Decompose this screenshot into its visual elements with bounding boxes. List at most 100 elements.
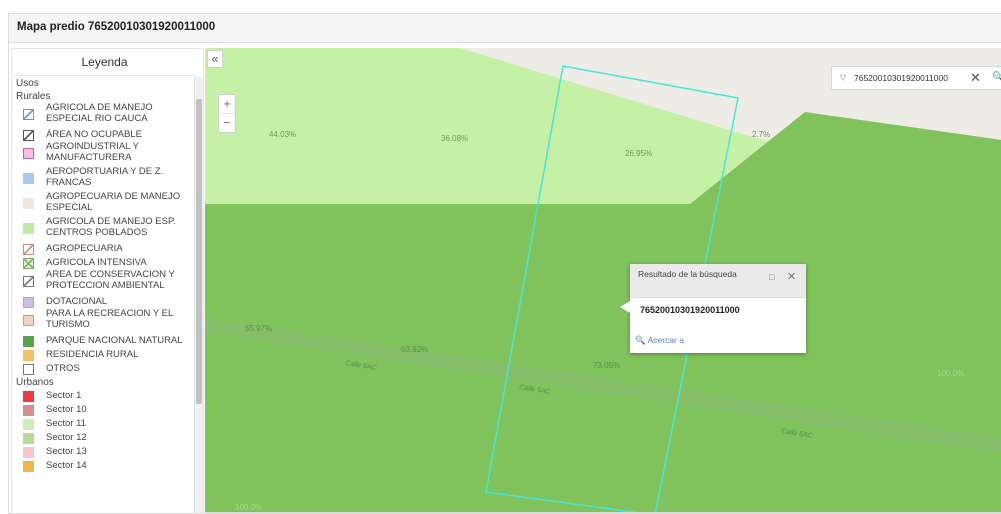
legend-swatch <box>23 446 34 458</box>
legend-swatch <box>23 198 34 209</box>
popup-title: Resultado de la búsqueda <box>638 269 737 279</box>
legend-item: RESIDENCIA RURAL <box>12 348 197 362</box>
percent-label: 100.0% <box>235 503 262 512</box>
legend-swatch <box>23 173 34 184</box>
popup-header: Resultado de la búsqueda □ ✕ <box>630 264 806 298</box>
legend-item: Sector 10 <box>12 403 197 417</box>
legend-scrollbar[interactable] <box>194 77 203 513</box>
legend-swatch <box>23 418 34 430</box>
legend-swatch <box>23 432 34 444</box>
percent-label: 55.97% <box>245 324 272 333</box>
legend-item-label: AREA DE CONSERVACION Y PROTECCION AMBIEN… <box>46 269 175 291</box>
legend-item-label: Sector 11 <box>46 418 86 429</box>
legend-item-label: Sector 13 <box>46 446 87 457</box>
legend-item: AGRICOLA DE MANEJO ESPECIAL RIO CAUCA <box>12 102 197 128</box>
legend-root-label: Usos <box>16 78 39 89</box>
legend-item: AEROPORTUARIA Y DE Z. FRANCAS <box>12 166 197 192</box>
legend-item-label: AGROPECUARIA <box>46 243 123 254</box>
legend-item: ÁREA NO OCUPABLE <box>12 128 197 142</box>
legend-item: Sector 1 <box>12 389 197 403</box>
legend-group-label: Urbanos <box>16 377 54 388</box>
legend-list: Usos Rurales AGRICOLA DE MANEJO ESPECIAL … <box>12 77 197 513</box>
percent-label: 36.08% <box>441 134 468 143</box>
legend-item-label: Sector 12 <box>46 432 87 443</box>
legend-swatch <box>23 257 34 269</box>
legend-swatch <box>23 315 34 326</box>
legend-item-label: PARQUE NACIONAL NATURAL <box>46 335 183 346</box>
legend-item-label: AGRICOLA DE MANEJO ESPECIAL RIO CAUCA <box>46 102 153 124</box>
legend-item-label: PARA LA RECREACION Y EL TURISMO <box>46 308 173 330</box>
zoom-icon: 🔍 <box>635 335 646 345</box>
clear-icon[interactable]: ✕ <box>970 70 981 86</box>
legend-swatch <box>23 276 34 287</box>
legend-title: Leyenda <box>12 49 197 76</box>
legend-item: Sector 13 <box>12 445 197 459</box>
zoom-out-button[interactable]: − <box>219 113 235 132</box>
legend-item: PARQUE NACIONAL NATURAL <box>12 334 197 348</box>
zoom-to-link[interactable]: 🔍 Acercar a <box>635 335 684 346</box>
percent-label: 26.95% <box>625 149 652 158</box>
legend-item-label: Sector 10 <box>46 404 87 415</box>
map-layers[interactable]: 44.03% 36.08% 26.95% 2.7% 55.97% 63.92% 73.05%… <box>205 48 1001 514</box>
legend-item: DOTACIONAL <box>12 295 197 309</box>
legend-item: AGROPECUARIA <box>12 242 197 256</box>
legend-item-label: AEROPORTUARIA Y DE Z. FRANCAS <box>46 166 164 188</box>
legend-item-label: Sector 1 <box>46 390 82 401</box>
legend-swatch <box>23 243 34 255</box>
zoom-control: + − <box>218 94 236 133</box>
popup-result-value: 76520010301920011000 <box>640 305 740 315</box>
maximize-icon[interactable]: □ <box>769 272 774 282</box>
legend-swatch <box>23 223 34 234</box>
search-input[interactable]: 76520010301920011000 <box>854 73 948 83</box>
map-canvas[interactable]: 44.03% 36.08% 26.95% 2.7% 55.97% 63.92% 73.05%… <box>205 48 1001 514</box>
legend-item-label: OTROS <box>46 363 80 374</box>
title-bar: Mapa predio 76520010301920011000 <box>9 14 1001 43</box>
legend-item-label: ÁREA NO OCUPABLE <box>46 129 142 140</box>
search-icon[interactable]: 🔍 <box>992 72 1001 83</box>
search-dropdown-icon[interactable]: ▽ <box>840 73 846 82</box>
search-box[interactable]: ▽ 76520010301920011000 ✕ 🔍 <box>831 66 1001 90</box>
legend-swatch <box>23 296 34 308</box>
legend-item: OTROS <box>12 362 197 376</box>
legend-item-label: Sector 14 <box>46 460 87 471</box>
legend-item: AGRICOLA DE MANEJO ESP. CENTROS POBLADOS <box>12 216 197 242</box>
legend-swatch <box>23 349 34 361</box>
map-window: Mapa predio 76520010301920011000 Leyenda… <box>8 13 1001 514</box>
legend-swatch <box>23 148 34 159</box>
legend-item-label: RESIDENCIA RURAL <box>46 349 139 360</box>
search-result-popup: Resultado de la búsqueda □ ✕ 76520010301… <box>620 264 806 353</box>
legend-swatch <box>23 109 34 120</box>
percent-label: 73.05% <box>593 361 620 370</box>
legend-item-label: DOTACIONAL <box>46 296 108 307</box>
legend-panel: Leyenda Usos Rurales AGRICOLA DE MANEJO E… <box>11 48 204 513</box>
legend-item: AGRICOLA INTENSIVA <box>12 256 197 270</box>
legend-item: AREA DE CONSERVACION Y PROTECCION AMBIEN… <box>12 269 197 295</box>
legend-item: Sector 11 <box>12 417 197 431</box>
legend-swatch <box>23 363 34 375</box>
legend-item: PARA LA RECREACION Y EL TURISMO <box>12 308 197 334</box>
legend-swatch <box>23 335 34 347</box>
zoom-to-label: Acercar a <box>647 335 684 345</box>
legend-item-label: AGRICOLA INTENSIVA <box>46 257 147 268</box>
percent-label: 44.03% <box>269 130 296 139</box>
legend-item-label: AGROINDUSTRIAL Y MANUFACTURERA <box>46 141 139 163</box>
window-title: Mapa predio 76520010301920011000 <box>17 21 216 33</box>
legend-scrollbar-thumb[interactable] <box>196 99 202 404</box>
legend-item-label: AGROPECUARIA DE MANEJO ESPECIAL <box>46 191 181 213</box>
zoom-in-button[interactable]: + <box>219 95 235 113</box>
legend-item: Sector 14 <box>12 459 197 473</box>
legend-item: AGROPECUARIA DE MANEJO ESPECIAL <box>12 191 197 217</box>
collapse-legend-button[interactable]: « <box>207 50 223 68</box>
legend-swatch <box>23 460 34 472</box>
percent-label: 2.7% <box>752 130 770 139</box>
percent-label: 63.92% <box>401 345 428 354</box>
popup-pointer <box>620 301 630 313</box>
close-icon[interactable]: ✕ <box>787 270 796 283</box>
legend-item-label: AGRICOLA DE MANEJO ESP. CENTROS POBLADOS <box>46 216 176 238</box>
legend-swatch <box>23 404 34 416</box>
percent-label: 100.0% <box>937 369 964 378</box>
legend-swatch <box>23 129 34 141</box>
legend-swatch <box>23 390 34 402</box>
legend-item: Sector 12 <box>12 431 197 445</box>
legend-groups: Rurales AGRICOLA DE MANEJO ESPECIAL RIO C… <box>12 90 197 473</box>
